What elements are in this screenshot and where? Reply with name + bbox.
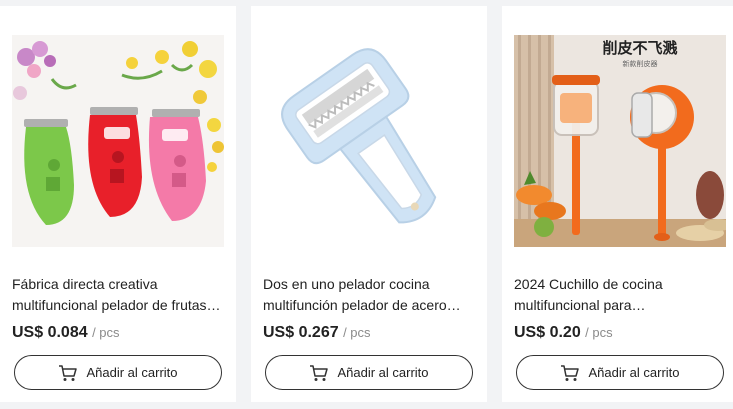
price-row: US$ 0.084 / pcs bbox=[12, 324, 120, 342]
price-unit: / pcs bbox=[92, 325, 120, 340]
price-row: US$ 0.20 / pcs bbox=[514, 324, 613, 342]
product-card: Fábrica directa creativa multifuncional … bbox=[0, 6, 236, 402]
cart-icon bbox=[309, 364, 329, 382]
cart-icon bbox=[58, 364, 78, 382]
image-subcaption: 新款削皮器 bbox=[623, 59, 658, 68]
add-to-cart-button[interactable]: Añadir al carrito bbox=[516, 355, 724, 390]
orange-peeler-image: 削皮不飞溅 新款削皮器 bbox=[514, 35, 726, 247]
price-row: US$ 0.267 / pcs bbox=[263, 324, 371, 342]
product-card: Dos en uno pelador cocina multifunción p… bbox=[251, 6, 487, 402]
product-title[interactable]: Dos en uno pelador cocina multifunción p… bbox=[263, 274, 475, 316]
blue-peeler-image bbox=[263, 35, 475, 247]
product-image[interactable] bbox=[263, 35, 475, 247]
cart-icon bbox=[560, 364, 580, 382]
product-title[interactable]: 2024 Cuchillo de cocina multifuncional p… bbox=[514, 274, 726, 316]
add-to-cart-button[interactable]: Añadir al carrito bbox=[265, 355, 473, 390]
product-price: US$ 0.267 bbox=[263, 324, 339, 341]
add-to-cart-label: Añadir al carrito bbox=[86, 365, 178, 380]
three-peelers-image bbox=[12, 35, 224, 247]
product-grid: Fábrica directa creativa multifuncional … bbox=[0, 0, 733, 409]
product-price: US$ 0.084 bbox=[12, 324, 88, 341]
product-title[interactable]: Fábrica directa creativa multifuncional … bbox=[12, 274, 224, 316]
product-image[interactable] bbox=[12, 35, 224, 247]
product-image[interactable]: 削皮不飞溅 新款削皮器 bbox=[514, 35, 726, 247]
product-card: 削皮不飞溅 新款削皮器 2024 Cuchillo de cocina mult… bbox=[502, 6, 733, 402]
image-caption: 削皮不飞溅 bbox=[602, 39, 677, 57]
add-to-cart-button[interactable]: Añadir al carrito bbox=[14, 355, 222, 390]
price-unit: / pcs bbox=[343, 325, 371, 340]
product-price: US$ 0.20 bbox=[514, 324, 581, 341]
add-to-cart-label: Añadir al carrito bbox=[337, 365, 429, 380]
price-unit: / pcs bbox=[585, 325, 613, 340]
add-to-cart-label: Añadir al carrito bbox=[588, 365, 680, 380]
